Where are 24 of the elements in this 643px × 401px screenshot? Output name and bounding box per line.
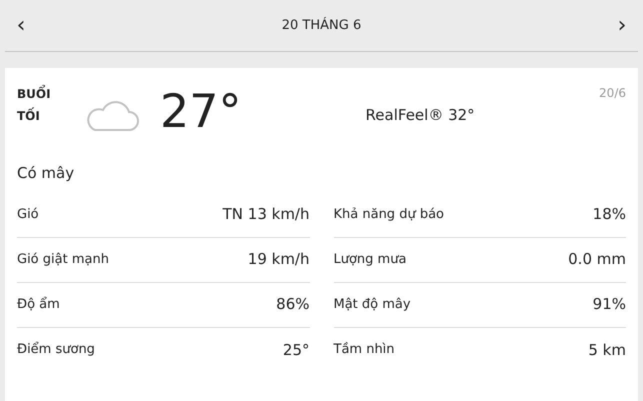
detail-label: Tầm nhìn xyxy=(334,341,395,360)
detail-value: 25° xyxy=(282,340,310,361)
detail-value: 5 km xyxy=(588,340,626,361)
next-button[interactable]: › xyxy=(612,14,632,36)
detail-label: Gió giật mạnh xyxy=(17,250,109,269)
detail-value: 19 km/h xyxy=(248,249,310,270)
period-label: BUỔI TỐI xyxy=(17,83,67,127)
detail-value: 91% xyxy=(592,294,626,316)
previous-button[interactable]: ‹ xyxy=(11,14,31,36)
detail-label: Mật độ mây xyxy=(334,296,411,314)
detail-value: 0.0 mm xyxy=(568,249,626,270)
detail-label: Lượng mưa xyxy=(334,250,406,269)
realfeel-text: RealFeel® 32° xyxy=(366,105,475,126)
detail-label: Độ ẩm xyxy=(17,296,60,314)
date-title: 20 THÁNG 6 xyxy=(282,16,362,35)
date-label: 20/6 xyxy=(599,85,626,102)
detail-value: TN 13 km/h xyxy=(222,204,310,226)
detail-value: 18% xyxy=(592,204,626,226)
condition-text: Có mây xyxy=(17,163,76,184)
temperature: 27° xyxy=(160,88,242,134)
detail-label: Điểm sương xyxy=(17,340,95,360)
detail-value: 86% xyxy=(276,294,310,316)
detail-label: Khả năng dự báo xyxy=(334,206,444,224)
detail-label: Gió xyxy=(17,206,39,224)
